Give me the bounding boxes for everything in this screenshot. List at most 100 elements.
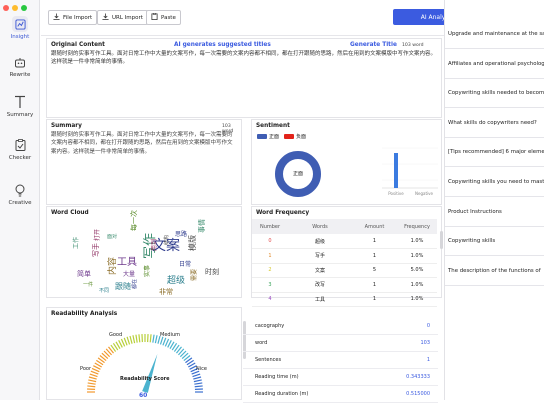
word-count: 103 word: [402, 43, 424, 48]
word-cloud-word: 工具: [117, 253, 137, 268]
nav-item-label: Insight: [11, 34, 30, 40]
stat-label: Reading duration (m): [255, 391, 308, 397]
word-cloud-word: 非常: [159, 287, 173, 297]
table-row[interactable]: 3改写11.0%: [252, 278, 437, 293]
maximize-window-button[interactable]: [21, 5, 27, 11]
stat-row: cacography 0: [243, 318, 438, 335]
gauge-tick: [88, 383, 96, 384]
gauge-tick: [139, 334, 140, 342]
gauge-tick: [194, 383, 202, 384]
nav-item-creative[interactable]: Creative: [0, 182, 40, 206]
original-content-title: Original Content: [51, 42, 105, 48]
close-window-button[interactable]: [3, 5, 9, 11]
header-words[interactable]: Words: [288, 224, 352, 230]
nav-item-summary[interactable]: Summary: [0, 94, 40, 118]
gauge-tick: [136, 335, 137, 343]
stat-label: Reading time (m): [255, 374, 299, 380]
suggested-title-item[interactable]: What skills do copywriters need?: [445, 109, 544, 138]
word-cloud-word: 写手: [91, 243, 101, 257]
stat-label: cacography: [255, 323, 284, 329]
cell-frequency: 1.0%: [397, 253, 437, 259]
suggested-title-item[interactable]: Upgrade and maintenance at the same time: [445, 20, 544, 49]
sentiment-panel: Sentiment 正面 负面 正面 Positive Negative: [251, 119, 442, 205]
gauge-label-medium: Medium: [160, 332, 180, 338]
gauge-tick: [193, 377, 201, 379]
gauge-label-poor: Poor: [80, 366, 91, 372]
sentiment-title: Sentiment: [256, 123, 290, 129]
gauge-tick: [130, 336, 132, 344]
ai-suggested-titles-link[interactable]: AI generates suggested titles: [174, 42, 271, 48]
readability-gauge: [75, 328, 215, 400]
word-cloud-word: 简单: [77, 269, 91, 279]
gauge-tick: [153, 335, 154, 343]
table-row[interactable]: 2文案55.0%: [252, 263, 437, 278]
nav-item-insight[interactable]: Insight: [0, 16, 40, 40]
gauge-tick: [155, 335, 157, 343]
nav-item-label: Summary: [7, 112, 34, 118]
gauge-label-good: Good: [109, 332, 122, 338]
gauge-tick: [124, 338, 127, 345]
gauge-tick: [87, 386, 95, 387]
file-import-button[interactable]: File Import: [48, 10, 97, 25]
generate-title-button[interactable]: Generate Title: [350, 42, 397, 48]
suggested-title-item[interactable]: Product Instructions: [445, 198, 544, 227]
word-cloud-panel: Word Cloud 文案写作工具内容超级写手模版每一次思路事情简单非常跟随打开…: [46, 206, 242, 298]
suggested-title-item[interactable]: Affiliates and operational psychology: [445, 50, 544, 79]
check-icon: [12, 137, 28, 153]
toolbar: File Import URL Import Paste AI Analysis: [41, 0, 444, 36]
bar-positive: [394, 153, 398, 188]
donut-center-label: 正面: [280, 170, 316, 177]
stat-value: 103: [420, 340, 430, 346]
cell-frequency: 1.0%: [397, 296, 437, 302]
header-frequency[interactable]: Frequency: [397, 224, 437, 230]
nav-item-rewrite[interactable]: Rewrite: [0, 54, 40, 78]
readability-score-label: Readability Score: [120, 376, 170, 382]
table-row[interactable]: 4工具11.0%: [252, 292, 437, 307]
suggested-title-item[interactable]: The description of the functions of: [445, 257, 544, 286]
cell-amount: 1: [352, 253, 397, 259]
gauge-tick: [194, 380, 202, 382]
gauge-tick: [133, 335, 135, 343]
suggested-title-item[interactable]: [Tips recommended] 6 major elements: [445, 138, 544, 167]
legend-positive[interactable]: 正面: [257, 133, 279, 140]
gauge-tick: [89, 377, 97, 379]
gauge-tick: [150, 334, 151, 342]
cell-number: 0: [252, 238, 288, 244]
suggested-title-item[interactable]: Copywriting skills needed to become: [445, 79, 544, 108]
summary-panel: Summary 103 word 跟随时刻的实事写作工具。面对日常工作中大量的文…: [46, 119, 242, 205]
table-row[interactable]: 1写手11.0%: [252, 249, 437, 264]
gauge-tick: [163, 338, 166, 345]
sentiment-bar-chart: Positive Negative: [380, 144, 442, 202]
clipboard-icon: [151, 13, 158, 22]
cell-amount: 1: [352, 296, 397, 302]
legend-negative[interactable]: 负面: [284, 133, 306, 140]
nav-item-checker[interactable]: Checker: [0, 137, 40, 161]
cell-frequency: 5.0%: [397, 267, 437, 273]
text-icon: [12, 94, 28, 110]
cell-number: 2: [252, 267, 288, 273]
header-amount[interactable]: Amount: [352, 224, 397, 230]
word-cloud-word: 不同: [99, 287, 109, 294]
minimize-window-button[interactable]: [12, 5, 18, 11]
paste-button[interactable]: Paste: [146, 10, 181, 25]
url-import-button[interactable]: URL Import: [97, 10, 148, 25]
word-cloud-word: 思路: [175, 229, 187, 238]
original-content-text[interactable]: 跟随时刻的实事写作工具。面对日常工作中大量的文案写作，每一次需要的文案内容都不相…: [51, 50, 437, 67]
text-stats-panel: cacography0word103Sentences1Reading time…: [243, 307, 442, 400]
gauge-tick: [92, 368, 99, 371]
suggested-title-item[interactable]: Copywriting skills: [445, 227, 544, 256]
stat-value: 0: [427, 323, 430, 329]
table-scrollbar[interactable]: [440, 231, 443, 249]
cell-number: 3: [252, 282, 288, 288]
suggested-title-item[interactable]: Copywriting skills you need to master: [445, 168, 544, 197]
header-number[interactable]: Number: [252, 224, 288, 230]
nav-item-label: Creative: [8, 200, 31, 206]
nav-item-label: Rewrite: [10, 72, 31, 78]
table-row[interactable]: 0超级11.0%: [252, 234, 437, 249]
cell-amount: 5: [352, 267, 397, 273]
bulb-icon: [12, 182, 28, 198]
download-icon: [102, 13, 109, 22]
cell-word: 超级: [288, 238, 352, 245]
word-cloud-word: 一件: [83, 281, 93, 288]
word-cloud-title: Word Cloud: [51, 210, 89, 216]
